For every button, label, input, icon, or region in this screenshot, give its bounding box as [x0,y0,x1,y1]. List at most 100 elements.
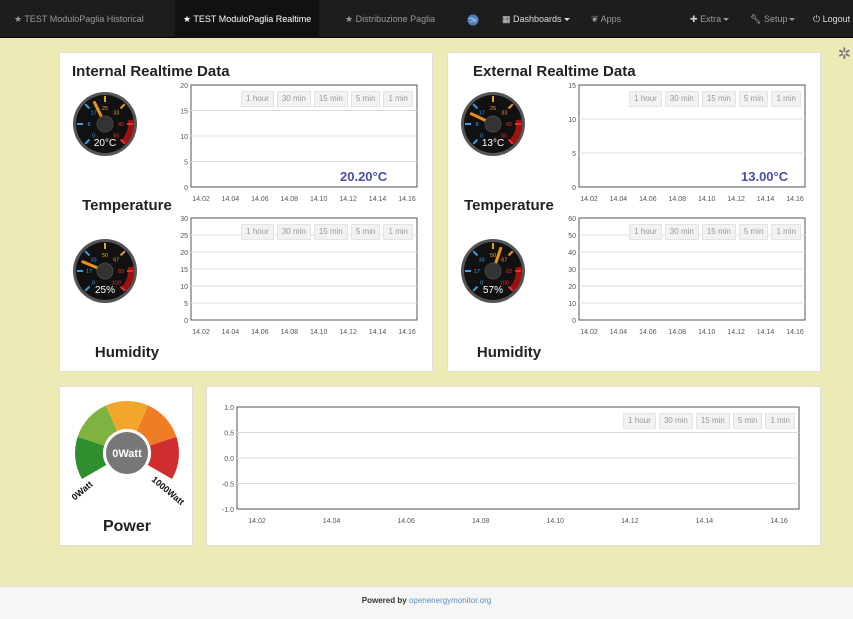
footer: Powered by openenergymonitor.org [0,586,853,619]
time-range-button[interactable]: 15 min [695,413,730,429]
extra-menu[interactable]: ✚ Extra [690,0,730,38]
time-range-button[interactable]: 5 min [732,413,763,429]
time-range-button[interactable]: 5 min [738,224,769,240]
ext-hum-gauge-tick-label: 83 [506,269,512,275]
ext-temp-y-tick-label: 5 [572,151,576,158]
extra-label: Extra [700,14,722,24]
int-temp-y-tick-label: 0 [184,185,188,192]
power-y-tick-label: 1.0 [224,405,234,412]
time-range-button[interactable]: 1 hour [241,224,274,240]
time-range-button[interactable]: 1 min [765,413,795,429]
power-y-tick-label: -0.5 [222,482,234,489]
power-time-range-buttons: 1 hour 30 min 15 min 5 min 1 min [623,413,795,429]
nav-tab-distribuzione[interactable]: ★ Distribuzione Paglia [345,0,435,38]
power-y-tick-label: 0.5 [224,431,234,438]
nav-tab-realtime[interactable]: ★ TEST ModuloPaglia Realtime [175,0,320,38]
power-x-tick-label: 14.02 [248,518,266,525]
int-hum-x-tick-label: 14.02 [192,329,210,336]
int-temp-y-tick-label: 5 [184,160,188,167]
time-range-button[interactable]: 1 hour [629,224,662,240]
internal-temperature-readout: 20.20°C [340,169,388,184]
int-temp-gauge-tick-label: 8 [87,122,90,128]
ext-temp-gauge-value: 13°C [482,138,504,149]
globe-icon[interactable] [467,0,479,38]
time-range-button[interactable]: 1 hour [241,91,274,107]
int-temp-y-tick-label: 15 [180,109,188,116]
power-gauge: 0Watt 0Watt 1000Watt [70,401,186,505]
nav-tab-label: ★ TEST ModuloPaglia Realtime [183,14,312,24]
time-range-button[interactable]: 1 hour [629,91,662,107]
power-chart: -1.0 -0.5 0.0 0.5 1.0 14.02 14.04 14.06 14.08 14.… [219,397,809,537]
int-temp-y-tick-label: 10 [180,134,188,141]
power-x-tick-label: 14.08 [472,518,490,525]
ext-temp-x-tick-label: 14.02 [580,196,598,203]
int-temp-x-tick-label: 14.16 [398,196,416,203]
int-hum-x-tick-label: 14.16 [398,329,416,336]
logout-link[interactable]: ⏻ Logout [813,0,850,38]
int-hum-gauge-tick-label: 17 [86,269,92,275]
time-range-button[interactable]: 1 min [383,224,413,240]
ext-temp-x-tick-label: 14.08 [669,196,687,203]
external-humidity-chart: 0 10 20 30 40 50 60 14.02 14.04 14.06 14.08 14.10 14… [567,216,806,346]
time-range-button[interactable]: 1 hour [623,413,656,429]
time-range-button[interactable]: 30 min [276,91,311,107]
ext-hum-y-tick-label: 20 [568,284,576,291]
time-range-button[interactable]: 5 min [350,91,381,107]
time-range-button[interactable]: 1 min [383,91,413,107]
logout-label: Logout [822,14,851,24]
int-temp-x-tick-label: 14.10 [310,196,328,203]
internal-temperature-chart: 0 5 10 15 20 14.02 14.04 14.06 14.08 14.10 14.12 14… [179,83,418,213]
grid-icon: ▦ [502,14,511,24]
power-x-tick-label: 14.10 [547,518,565,525]
power-x-tick-label: 14.06 [397,518,415,525]
ext-hum-y-tick-label: 30 [568,267,576,274]
ext-hum-y-tick-label: 10 [568,301,576,308]
external-panel: External Realtime Data 0 8 17 25 33 42 50 13°C … [447,52,821,372]
int-hum-y-tick-label: 20 [180,250,188,257]
footer-link[interactable]: openenergymonitor.org [409,596,491,605]
time-range-button[interactable]: 15 min [313,224,348,240]
settings-gear-icon[interactable]: ✲ [838,44,851,64]
time-range-button[interactable]: 30 min [664,224,699,240]
time-range-button[interactable]: 30 min [276,224,311,240]
time-range-button[interactable]: 30 min [658,413,693,429]
dashboards-menu[interactable]: ▦ Dashboards [502,0,570,38]
ext-hum-y-tick-label: 40 [568,250,576,257]
time-range-button[interactable]: 1 min [771,224,801,240]
int-hum-x-tick-label: 14.10 [310,329,328,336]
power-gauge-panel: 0Watt 0Watt 1000Watt Power [59,386,193,546]
setup-menu[interactable]: 🔧︎ Setup [750,0,796,38]
int-hum-gauge-tick-label: 50 [102,253,108,259]
time-range-button[interactable]: 15 min [313,91,348,107]
ext-temp-gauge-tick-label: 8 [475,122,478,128]
setup-label: Setup [763,14,788,24]
time-range-button[interactable]: 15 min [701,91,736,107]
ext-hum-x-tick-label: 14.06 [639,329,657,336]
ext-hum-x-tick-label: 14.10 [698,329,716,336]
ext-temp-x-tick-label: 14.10 [698,196,716,203]
time-range-button[interactable]: 1 min [771,91,801,107]
ext-temp-time-range-buttons: 1 hour 30 min 15 min 5 min 1 min [629,91,801,107]
int-temp-gauge-tick-label: 33 [113,111,119,117]
time-range-button[interactable]: 5 min [350,224,381,240]
int-temp-y-tick-label: 20 [180,83,188,90]
int-hum-x-tick-label: 14.12 [339,329,357,336]
ext-temp-x-tick-label: 14.06 [639,196,657,203]
int-temp-x-tick-label: 14.14 [369,196,387,203]
time-range-button[interactable]: 5 min [738,91,769,107]
int-temp-x-tick-label: 14.08 [281,196,299,203]
int-temp-gauge-tick-label: 42 [118,122,124,128]
nav-tab-historical[interactable]: ★ TEST ModuloPaglia Historical [14,0,144,38]
apps-menu[interactable]: ❦ Apps [591,0,621,38]
int-temp-gauge-hub [96,115,114,133]
int-temp-gauge-tick-label: 17 [91,111,97,117]
power-x-tick-label: 14.12 [621,518,639,525]
ext-temp-gauge-tick-label: 42 [506,122,512,128]
ext-hum-x-tick-label: 14.16 [786,329,804,336]
time-range-button[interactable]: 15 min [701,224,736,240]
power-gauge-min: 0Watt [70,479,95,502]
time-range-button[interactable]: 30 min [664,91,699,107]
ext-hum-y-tick-label: 60 [568,216,576,223]
power-x-tick-label: 14.14 [696,518,714,525]
ext-hum-gauge-tick-label: 33 [479,258,485,264]
